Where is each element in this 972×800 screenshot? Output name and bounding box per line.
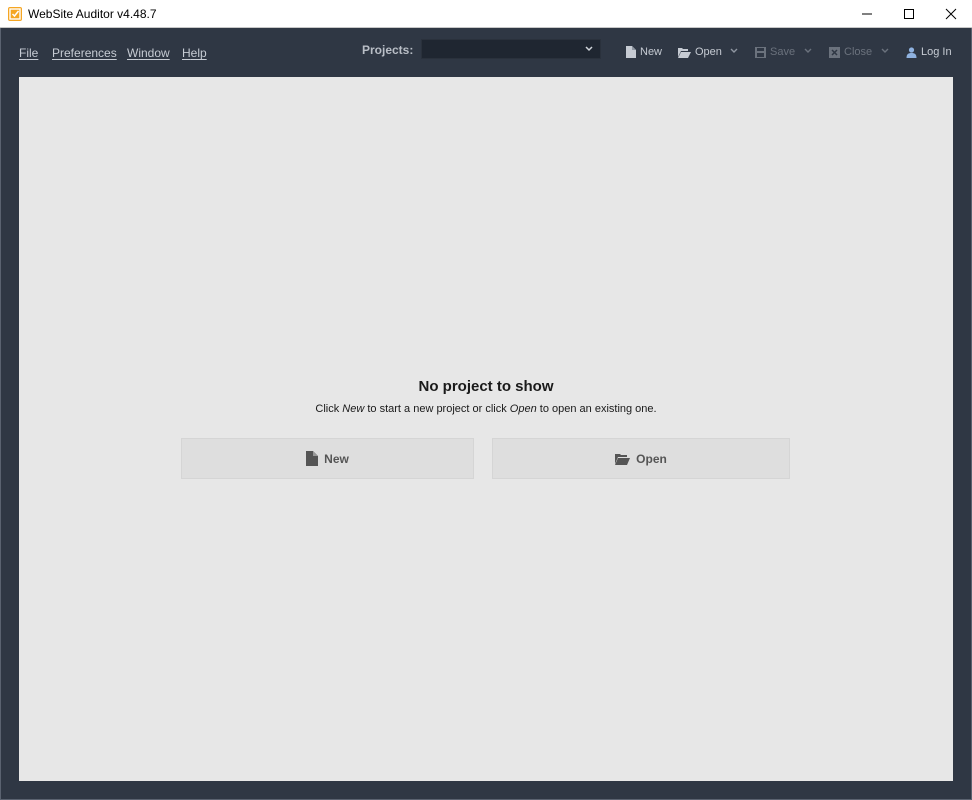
- title-bar: WebSite Auditor v4.48.7: [0, 0, 972, 28]
- close-project-icon: [829, 46, 840, 58]
- toolbar-save-label: Save: [770, 46, 796, 58]
- empty-sub-open: Open: [509, 403, 537, 415]
- folder-open-icon: [678, 47, 691, 58]
- toolbar-save-button[interactable]: Save: [755, 46, 795, 58]
- close-dropdown-chevron-icon[interactable]: [880, 45, 890, 55]
- open-project-button[interactable]: Open: [492, 438, 790, 479]
- projects-dropdown[interactable]: [421, 39, 601, 59]
- projects-label: Projects:: [362, 43, 414, 57]
- menu-file[interactable]: File: [19, 46, 38, 60]
- toolbar-login-button[interactable]: Log In: [906, 46, 952, 58]
- maximize-button[interactable]: [888, 0, 930, 28]
- menu-help[interactable]: Help: [182, 46, 207, 60]
- close-window-button[interactable]: [930, 0, 972, 28]
- menu-window-mnemonic: W: [127, 46, 139, 60]
- empty-state-title: No project to show: [418, 378, 554, 395]
- empty-sub-mid: to start a new project or click: [364, 403, 510, 415]
- main-content-area: No project to show Click New to start a …: [19, 77, 953, 781]
- menu-help-label: elp: [190, 46, 207, 60]
- new-file-icon: [306, 451, 319, 466]
- minimize-button[interactable]: [846, 0, 888, 28]
- user-icon: [906, 46, 917, 58]
- toolbar-new-label: New: [640, 46, 663, 58]
- menu-preferences-mnemonic: P: [52, 46, 61, 60]
- menu-help-mnemonic: H: [182, 46, 191, 60]
- toolbar-close-button[interactable]: Close: [829, 46, 872, 58]
- open-project-button-label: Open: [636, 451, 667, 466]
- save-dropdown-chevron-icon[interactable]: [803, 45, 813, 55]
- toolbar-open-button[interactable]: Open: [678, 46, 722, 58]
- open-dropdown-chevron-icon[interactable]: [729, 45, 739, 55]
- menu-window-label: indow: [138, 46, 170, 60]
- save-disk-icon: [755, 46, 766, 58]
- minimize-icon: [862, 13, 872, 15]
- menu-window[interactable]: Window: [127, 46, 170, 60]
- maximize-icon: [904, 9, 914, 19]
- window-title: WebSite Auditor v4.48.7: [28, 7, 157, 21]
- toolbar-open-label: Open: [695, 46, 722, 58]
- app-icon: [8, 7, 22, 21]
- empty-sub-new: New: [342, 403, 365, 415]
- close-icon: [945, 8, 957, 20]
- toolbar-close-label: Close: [844, 46, 873, 58]
- chevron-down-icon: [585, 46, 593, 52]
- folder-open-icon: [615, 453, 631, 465]
- empty-sub-end: to open an existing one.: [536, 403, 657, 415]
- empty-state-subtitle: Click New to start a new project or clic…: [19, 403, 953, 415]
- new-project-button[interactable]: New: [181, 438, 474, 479]
- menu-preferences[interactable]: Preferences: [52, 46, 117, 60]
- new-file-icon: [626, 46, 636, 58]
- empty-sub-click: Click: [315, 403, 343, 415]
- toolbar-new-button[interactable]: New: [626, 46, 662, 58]
- new-project-button-label: New: [324, 451, 349, 466]
- menu-file-label: ile: [26, 46, 39, 60]
- toolbar-login-label: Log In: [921, 46, 952, 58]
- menu-preferences-label: references: [60, 46, 117, 60]
